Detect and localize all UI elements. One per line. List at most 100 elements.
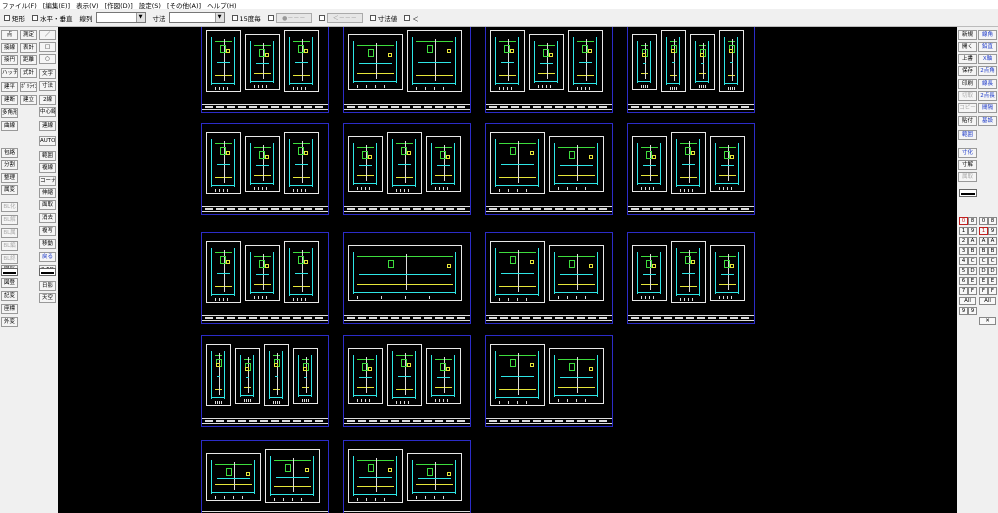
tool-9[interactable]: 建平 — [1, 82, 18, 92]
tool-25[interactable]: 図登 — [1, 278, 18, 288]
angle15-checkbox[interactable]: 15度毎 — [231, 13, 261, 23]
tool-19[interactable]: BL化 — [1, 202, 18, 212]
right-tool-18[interactable]: 寸化 — [958, 148, 977, 158]
tool-1[interactable]: 点 — [1, 30, 18, 40]
tool-23[interactable]: BL終 — [1, 254, 18, 264]
draw-tool-12[interactable]: コーナー — [39, 176, 56, 186]
tool-21[interactable]: BL属 — [1, 228, 18, 238]
layer-3[interactable]: 3 — [959, 247, 968, 255]
hv-checkbox[interactable]: 水平・垂直 — [32, 13, 73, 23]
layer-9[interactable]: 9 — [959, 307, 968, 315]
tool-28[interactable]: 外変 — [1, 317, 18, 327]
line-style-swatch[interactable] — [1, 268, 18, 276]
tool-3[interactable]: 接線 — [1, 43, 18, 53]
draw-tool-8[interactable]: 連線 — [39, 121, 56, 131]
right-tool-10[interactable]: 線角 — [978, 30, 997, 40]
right-tool-1[interactable]: 新規 — [958, 30, 977, 40]
drawing-canvas[interactable] — [58, 27, 957, 513]
right-tool-16[interactable]: 間隔 — [978, 103, 997, 113]
group-C[interactable]: C — [979, 257, 988, 265]
right-tool-4[interactable]: 保存 — [958, 66, 977, 76]
group-label-B[interactable]: B — [988, 247, 997, 255]
layer-4[interactable]: 4 — [959, 257, 968, 265]
draw-tool-9[interactable]: AUTO — [39, 136, 56, 146]
layer-label-9[interactable]: 9 — [968, 227, 977, 235]
right-tool-14[interactable]: 線長 — [978, 79, 997, 89]
layer-label-A[interactable]: A — [968, 237, 977, 245]
right-tool-11[interactable]: 鉛直 — [978, 42, 997, 52]
tool-13[interactable]: 多角形 — [1, 108, 18, 118]
right-tool-19[interactable]: 寸解 — [958, 160, 977, 170]
group-label-9[interactable]: 9 — [988, 227, 997, 235]
drawing-sheet[interactable] — [201, 123, 329, 215]
group-label-A[interactable]: A — [988, 237, 997, 245]
tool-22[interactable]: BL編 — [1, 241, 18, 251]
group-F[interactable]: F — [979, 287, 988, 295]
tool-8[interactable]: 式計 — [20, 68, 37, 78]
drawing-sheet[interactable] — [343, 27, 471, 113]
drawing-sheet[interactable] — [485, 232, 613, 324]
layer-label-F[interactable]: F — [968, 287, 977, 295]
drawing-sheet[interactable] — [343, 335, 471, 427]
disabled-checkbox-2[interactable]: ＜－－－ — [318, 12, 363, 23]
layer-6[interactable]: 6 — [959, 277, 968, 285]
line-style-swatch[interactable] — [39, 268, 56, 276]
right-tool-17[interactable]: 基設 — [978, 116, 997, 126]
draw-tool-21[interactable]: 天空 — [39, 293, 56, 303]
layer-label-B[interactable]: B — [968, 247, 977, 255]
draw-tool-18[interactable]: 戻る — [39, 252, 56, 262]
right-tool-7[interactable]: コピー — [958, 103, 977, 113]
layer-2[interactable]: 2 — [959, 237, 968, 245]
line-style-swatch[interactable] — [959, 189, 977, 197]
tool-15[interactable]: 包絡 — [1, 148, 18, 158]
layer-label-C[interactable]: C — [968, 257, 977, 265]
right-tool-13[interactable]: 2点角 — [978, 66, 997, 76]
tool-14[interactable]: 曲線 — [1, 121, 18, 131]
right-tool-15[interactable]: 2点長 — [978, 91, 997, 101]
tool-6[interactable]: 距離 — [20, 55, 37, 65]
right-tool-20[interactable]: 属取 — [958, 172, 977, 182]
drawing-sheet[interactable] — [201, 27, 329, 113]
layer-0[interactable]: 0 — [959, 217, 968, 225]
rect-checkbox[interactable]: 矩形 — [4, 13, 25, 23]
tool-10[interactable]: ﾎﾟﾘﾗｲﾝ — [20, 82, 37, 92]
group-label-F[interactable]: F — [988, 287, 997, 295]
drawing-sheet[interactable] — [485, 123, 613, 215]
tool-12[interactable]: 建立 — [20, 95, 37, 105]
draw-tool-15[interactable]: 消去 — [39, 213, 56, 223]
group-label-E[interactable]: E — [988, 277, 997, 285]
drawing-sheet[interactable] — [627, 123, 755, 215]
draw-tool-17[interactable]: 移動 — [39, 239, 56, 249]
group-D[interactable]: D — [979, 267, 988, 275]
linetype-select[interactable]: ▼ — [95, 12, 146, 23]
drawing-sheet[interactable] — [627, 27, 755, 113]
dimval-checkbox[interactable]: 寸法値 — [369, 13, 397, 23]
drawing-sheet[interactable] — [485, 27, 613, 113]
layer-5[interactable]: 5 — [959, 267, 968, 275]
tool-4[interactable]: 表計 — [20, 43, 37, 53]
draw-tool-11[interactable]: 複線 — [39, 163, 56, 173]
drawing-sheet[interactable] — [201, 335, 329, 427]
tool-7[interactable]: ハッチ — [1, 68, 18, 78]
draw-tool-20[interactable]: 日影 — [39, 281, 56, 291]
draw-tool-1[interactable]: ／ — [39, 30, 56, 40]
layer-1[interactable]: 1 — [959, 227, 968, 235]
layer-label-E[interactable]: E — [968, 277, 977, 285]
drawing-sheet[interactable] — [201, 440, 329, 513]
tool-2[interactable]: 測定 — [20, 30, 37, 40]
tool-18[interactable]: 属変 — [1, 185, 18, 195]
tool-26[interactable]: 記変 — [1, 291, 18, 301]
draw-tool-4[interactable]: 文字 — [39, 69, 56, 79]
right-tool-2[interactable]: 開く — [958, 42, 977, 52]
right-tool-5[interactable]: 印刷 — [958, 79, 977, 89]
group-8[interactable]: 0 — [979, 217, 988, 225]
group-All[interactable]: All — [979, 297, 996, 305]
draw-tool-6[interactable]: 2線 — [39, 95, 56, 105]
group-label-8[interactable]: 8 — [988, 217, 997, 225]
layer-label-D[interactable]: D — [968, 267, 977, 275]
tool-5[interactable]: 接円 — [1, 55, 18, 65]
right-tool-3[interactable]: 上書 — [958, 54, 977, 64]
draw-tool-16[interactable]: 複写 — [39, 226, 56, 236]
right-tool-6[interactable]: 切取 — [958, 91, 977, 101]
layer-7[interactable]: 7 — [959, 287, 968, 295]
